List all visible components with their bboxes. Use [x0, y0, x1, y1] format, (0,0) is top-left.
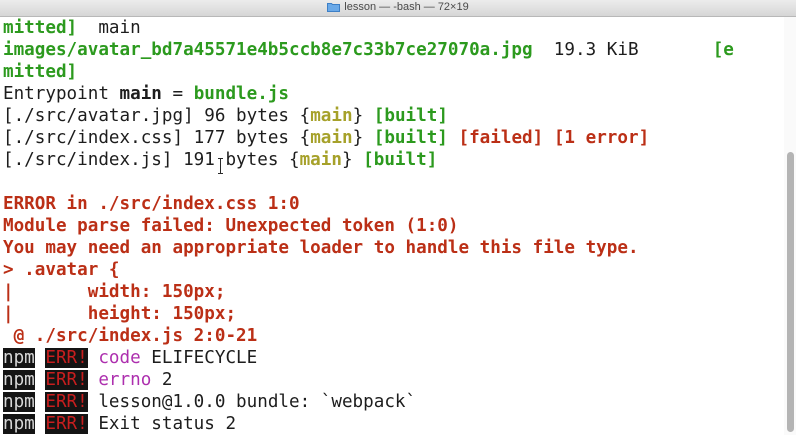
terminal-window: lesson — -bash — 72×19 mitted] main imag…	[0, 0, 796, 435]
failed-badge: [failed]	[458, 128, 544, 148]
code-snippet-line: | height: 150px;	[3, 304, 237, 324]
entrypoint-line: Entrypoint main = bundle.js	[3, 83, 778, 105]
module-line: [./src/index.css] 177 bytes {main} [buil…	[3, 127, 778, 149]
output-line: images/avatar_bd7a45571e4b5ccb8e7c33b7ce…	[3, 39, 778, 61]
brace: }	[341, 150, 364, 170]
module-line: [./src/index.js] 191 bytes {main} [built…	[3, 149, 778, 171]
module-chunk: main	[310, 106, 353, 126]
err-tag: ERR!	[45, 348, 88, 368]
brace: }	[352, 106, 374, 126]
terminal-output[interactable]: mitted] main images/avatar_bd7a45571e4b5…	[3, 17, 778, 435]
text-cursor-icon	[218, 157, 224, 175]
npm-tag: npm	[3, 392, 35, 412]
error-hint: You may need an appropriate loader to ha…	[3, 238, 639, 258]
npm-err-line: npm ERR! code ELIFECYCLE	[3, 347, 778, 369]
npm-log-value: Exit status 2	[98, 414, 237, 434]
window-title: lesson — -bash — 72×19	[0, 1, 796, 13]
err-tag: ERR!	[45, 414, 88, 434]
npm-log-value: 2	[151, 370, 173, 390]
emitted-text: mitted]	[3, 18, 78, 38]
code-snippet-line: > .avatar {	[3, 260, 120, 280]
error-location: @ ./src/index.js 2:0-21	[3, 326, 258, 346]
window-title-text: lesson — -bash — 72×19	[344, 1, 469, 14]
npm-tag: npm	[3, 348, 35, 368]
npm-log-key: code	[98, 348, 141, 368]
module-path: [./src/index.js]	[3, 150, 173, 170]
npm-log-key: errno	[98, 370, 152, 390]
entrypoint-label: Entrypoint	[3, 84, 120, 104]
output-line: mitted]	[3, 61, 778, 83]
asset-size: 19.3 KiB	[532, 40, 639, 60]
error-count-badge: [1 error]	[553, 128, 650, 148]
err-tag: ERR!	[45, 392, 88, 412]
folder-icon	[327, 3, 341, 13]
bundle-file: bundle.js	[193, 84, 290, 104]
code-snippet-line: | width: 150px;	[3, 282, 226, 302]
module-chunk: main	[299, 150, 342, 170]
brace: }	[352, 128, 374, 148]
equals-sign: =	[161, 84, 194, 104]
module-size: 177 bytes {	[183, 128, 311, 148]
entrypoint-chunk: main	[119, 84, 162, 104]
built-badge: [built]	[363, 150, 438, 170]
scrollbar-thumb[interactable]	[787, 152, 794, 432]
npm-err-line: npm ERR! Exit status 2	[3, 413, 778, 435]
scrollbar[interactable]	[784, 17, 796, 435]
error-message: Module parse failed: Unexpected token (1…	[3, 216, 459, 236]
module-line: [./src/avatar.jpg] 96 bytes {main} [buil…	[3, 105, 778, 127]
built-badge: [built]	[373, 128, 448, 148]
npm-err-line: npm ERR! lesson@1.0.0 bundle: `webpack`	[3, 391, 778, 413]
npm-err-line: npm ERR! errno 2	[3, 369, 778, 391]
emitted-text: [e	[712, 40, 734, 60]
npm-log-value: lesson@1.0.0 bundle: `webpack`	[98, 392, 417, 412]
module-path: [./src/avatar.jpg]	[3, 106, 194, 126]
module-chunk: main	[310, 128, 353, 148]
output-line: mitted] main	[3, 17, 778, 39]
error-header: ERROR in ./src/index.css 1:0	[3, 194, 300, 214]
npm-log-value: ELIFECYCLE	[140, 348, 258, 368]
npm-tag: npm	[3, 414, 35, 434]
module-size: 191 bytes {	[172, 150, 300, 170]
emitted-text: mitted]	[3, 62, 78, 82]
module-size: 96 bytes {	[193, 106, 311, 126]
npm-tag: npm	[3, 370, 35, 390]
err-tag: ERR!	[45, 370, 88, 390]
chunk-name: main	[77, 18, 141, 38]
built-badge: [built]	[373, 106, 448, 126]
asset-file-name: images/avatar_bd7a45571e4b5ccb8e7c33b7ce…	[3, 40, 533, 60]
title-bar[interactable]: lesson — -bash — 72×19	[0, 0, 796, 17]
module-path: [./src/index.css]	[3, 128, 184, 148]
